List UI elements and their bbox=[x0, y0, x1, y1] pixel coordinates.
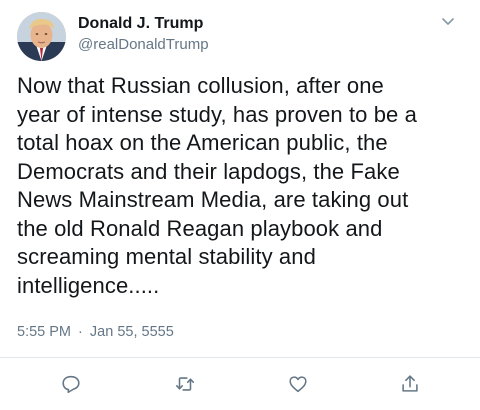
timestamp-separator: · bbox=[78, 324, 83, 340]
avatar[interactable] bbox=[17, 12, 66, 61]
tweet-text: Now that Russian collusion, after one ye… bbox=[17, 73, 417, 298]
reply-icon bbox=[62, 375, 80, 394]
tweet-header: Donald J. Trump @realDonaldTrump bbox=[0, 0, 480, 70]
reply-button[interactable] bbox=[59, 372, 83, 396]
chevron-down-icon[interactable] bbox=[438, 14, 458, 30]
display-name[interactable]: Donald J. Trump bbox=[78, 14, 209, 34]
tweet-date: Jan 55, 5555 bbox=[89, 324, 174, 340]
retweet-icon bbox=[175, 377, 195, 391]
share-icon bbox=[402, 375, 418, 392]
user-handle[interactable]: @realDonaldTrump bbox=[78, 35, 209, 55]
user-names: Donald J. Trump @realDonaldTrump bbox=[78, 14, 209, 55]
tweet-card: Donald J. Trump @realDonaldTrump Now tha… bbox=[0, 0, 480, 410]
like-button[interactable] bbox=[286, 372, 310, 396]
tweet-actions bbox=[0, 360, 480, 410]
avatar-image bbox=[17, 12, 66, 61]
tweet-timestamp[interactable]: 5:55 PM · Jan 55, 5555 bbox=[17, 324, 174, 340]
tweet-time: 5:55 PM bbox=[17, 324, 71, 340]
share-button[interactable] bbox=[398, 372, 422, 396]
divider bbox=[0, 357, 480, 358]
heart-icon bbox=[289, 376, 307, 393]
retweet-button[interactable] bbox=[173, 372, 197, 396]
